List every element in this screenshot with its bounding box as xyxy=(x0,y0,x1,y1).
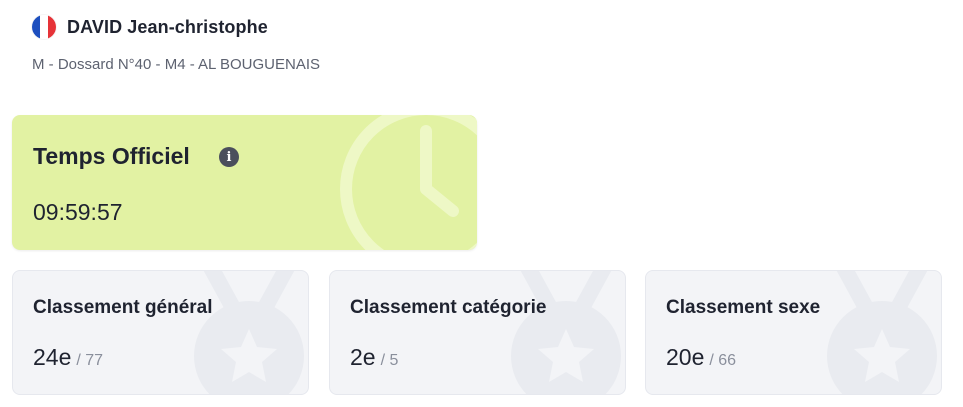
info-icon[interactable]: i xyxy=(219,147,239,167)
official-time-card: Temps Officiel i 09:59:57 xyxy=(12,115,477,250)
ranking-value: 2e xyxy=(350,344,376,370)
ranking-line: 2e/ 5 xyxy=(350,344,398,371)
ranking-total: / 66 xyxy=(709,352,737,369)
athlete-header: DAVID Jean-christophe M - Dossard N°40 -… xyxy=(32,14,320,73)
official-time-title: Temps Officiel xyxy=(33,143,190,169)
athlete-details: M - Dossard N°40 - M4 - AL BOUGUENAIS xyxy=(32,56,321,73)
france-flag-icon xyxy=(32,15,56,39)
official-time-value: 09:59:57 xyxy=(33,199,123,225)
athlete-name-row: DAVID Jean-christophe xyxy=(32,14,320,40)
athlete-name: DAVID Jean-christophe xyxy=(67,16,268,37)
ranking-line: 20e/ 66 xyxy=(666,344,736,371)
ranking-total: / 77 xyxy=(76,352,104,369)
ranking-title: Classement catégorie xyxy=(350,297,547,318)
medal-icon xyxy=(827,271,937,394)
medal-icon xyxy=(194,271,304,394)
ranking-title: Classement général xyxy=(33,297,213,318)
ranking-value: 20e xyxy=(666,344,705,370)
ranking-title: Classement sexe xyxy=(666,297,821,318)
ranking-total: / 5 xyxy=(380,352,399,369)
ranking-card-sex: Classement sexe 20e/ 66 xyxy=(645,270,942,395)
ranking-card-general: Classement général 24e/ 77 xyxy=(12,270,309,395)
medal-icon xyxy=(511,271,621,394)
ranking-card-category: Classement catégorie 2e/ 5 xyxy=(329,270,626,395)
clock-icon xyxy=(340,115,477,250)
ranking-line: 24e/ 77 xyxy=(33,344,103,371)
ranking-value: 24e xyxy=(33,344,72,370)
